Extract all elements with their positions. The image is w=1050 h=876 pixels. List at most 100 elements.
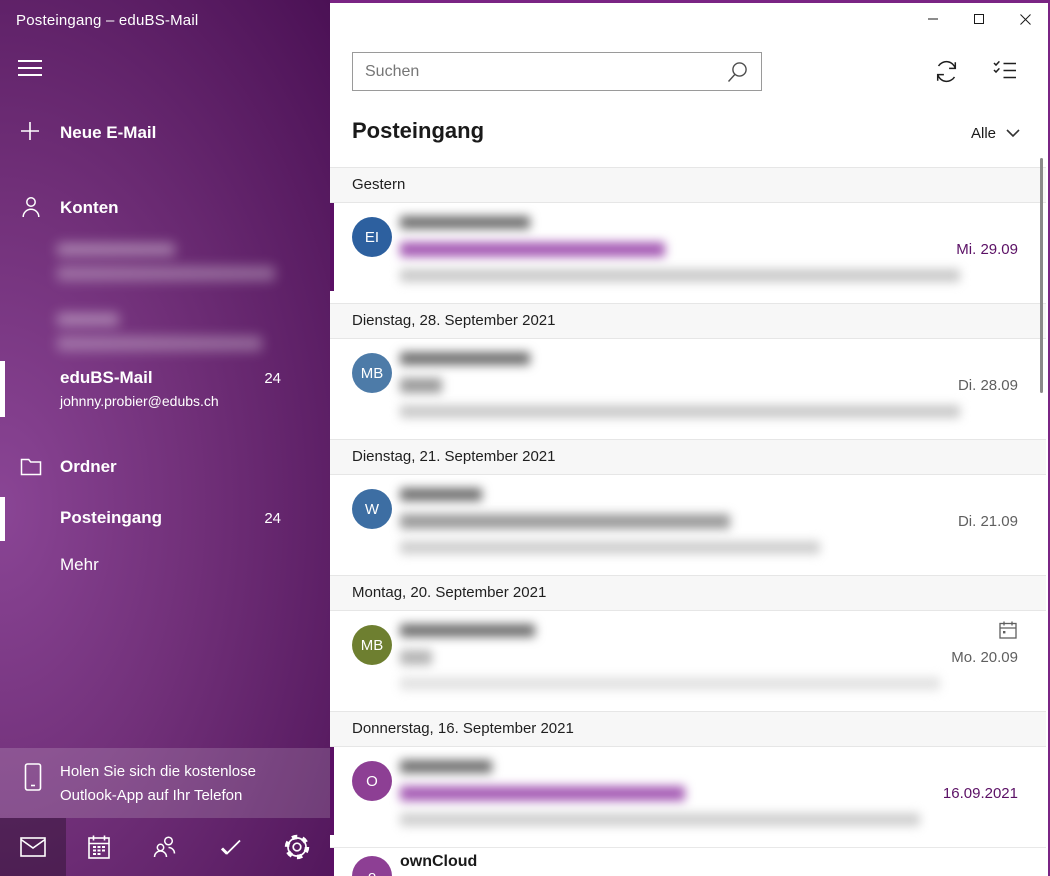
email-row[interactable]: MB Mo. 20.09 <box>330 611 1046 711</box>
maximize-button[interactable] <box>956 3 1002 35</box>
email-date: Di. 28.09 <box>958 377 1018 394</box>
selection-mode-button[interactable] <box>992 58 1018 82</box>
redacted-sender <box>400 216 530 229</box>
redacted-preview <box>400 405 960 418</box>
redacted-preview <box>400 677 940 690</box>
group-header: Dienstag, 28. September 2021 <box>330 303 1046 339</box>
group-header: Montag, 20. September 2021 <box>330 575 1046 611</box>
calendar-icon <box>87 834 111 860</box>
redacted-subject <box>400 786 685 801</box>
person-icon <box>20 195 42 219</box>
inbox-unread-count: 24 <box>264 510 281 527</box>
account-unread-count: 24 <box>264 370 281 387</box>
close-button[interactable] <box>1002 3 1048 35</box>
folders-label: Ordner <box>60 457 117 477</box>
email-date: Mo. 20.09 <box>951 649 1018 666</box>
gear-icon <box>283 833 311 861</box>
redacted-preview <box>400 541 820 554</box>
unread-indicator <box>330 203 334 291</box>
sync-button[interactable] <box>933 58 960 85</box>
scrollbar-thumb[interactable] <box>1040 158 1043 393</box>
search-icon[interactable] <box>725 60 749 84</box>
mail-icon <box>20 837 46 857</box>
nav-settings-button[interactable] <box>264 818 330 876</box>
email-date: Di. 21.09 <box>958 513 1018 530</box>
avatar: EI <box>352 217 392 257</box>
redacted-sender <box>400 760 492 773</box>
chevron-down-icon <box>1006 129 1020 138</box>
unread-indicator <box>330 848 334 876</box>
redacted-preview <box>400 269 960 282</box>
group-header: Dienstag, 21. September 2021 <box>330 439 1046 475</box>
redacted-account-email <box>57 266 275 281</box>
more-label: Mehr <box>60 555 99 575</box>
avatar: W <box>352 489 392 529</box>
avatar: MB <box>352 353 392 393</box>
sidebar: Posteingang – eduBS-Mail Neue E-Mail Kon… <box>0 0 330 876</box>
redacted-preview <box>400 813 920 826</box>
avatar: MB <box>352 625 392 665</box>
redacted-subject <box>400 242 665 257</box>
hamburger-menu-icon[interactable] <box>18 60 42 80</box>
redacted-account-name[interactable] <box>57 243 175 256</box>
mail-app-window: Posteingang – eduBS-Mail Neue E-Mail Kon… <box>0 0 1050 876</box>
redacted-account-email <box>57 336 262 351</box>
redacted-subject <box>400 514 730 529</box>
promo-text: Holen Sie sich die kostenlose Outlook-Ap… <box>60 760 256 808</box>
select-list-icon <box>992 58 1018 82</box>
window-controls <box>910 3 1048 35</box>
email-row[interactable]: o ownCloud <box>330 847 1046 876</box>
redacted-sender <box>400 352 530 365</box>
folders-header[interactable]: Ordner <box>0 452 330 482</box>
nav-people-button[interactable] <box>132 818 198 876</box>
people-icon <box>152 834 178 860</box>
search-input[interactable]: Suchen <box>352 52 762 91</box>
redacted-account-name[interactable] <box>57 313 119 326</box>
avatar: O <box>352 761 392 801</box>
nav-mail-button[interactable] <box>0 818 66 876</box>
checkmark-icon <box>218 836 244 858</box>
filter-label: Alle <box>971 125 996 142</box>
email-date: Mi. 29.09 <box>956 241 1018 258</box>
filter-dropdown[interactable]: Alle <box>971 125 1020 142</box>
redacted-subject <box>400 650 432 665</box>
inbox-label: Posteingang <box>60 508 162 528</box>
email-row[interactable]: O 16.09.2021 <box>330 747 1046 847</box>
sidebar-item-account-edubs[interactable]: eduBS-Mail 24 <box>0 366 330 390</box>
nav-calendar-button[interactable] <box>66 818 132 876</box>
meeting-calendar-icon <box>998 620 1018 640</box>
outlook-promo-banner[interactable]: Holen Sie sich die kostenlose Outlook-Ap… <box>0 748 330 818</box>
unread-indicator <box>330 747 334 835</box>
sidebar-item-inbox[interactable]: Posteingang 24 <box>0 505 330 531</box>
redacted-sender <box>400 624 535 637</box>
folder-icon <box>20 456 42 476</box>
sidebar-item-more[interactable]: Mehr <box>0 552 330 578</box>
account-email: johnny.probier@edubs.ch <box>60 393 219 409</box>
accounts-header[interactable]: Konten <box>0 193 330 223</box>
main-pane: Suchen Posteingang Alle <box>330 0 1050 876</box>
search-placeholder: Suchen <box>365 63 725 81</box>
minimize-button[interactable] <box>910 3 956 35</box>
phone-icon <box>22 762 44 794</box>
new-mail-button[interactable]: Neue E-Mail <box>0 118 330 148</box>
nav-todo-button[interactable] <box>198 818 264 876</box>
page-title: Posteingang <box>352 118 484 144</box>
email-list: Gestern EI Mi. 29.09 Dienstag, 28. Septe… <box>330 167 1046 876</box>
window-title: Posteingang – eduBS-Mail <box>16 12 198 29</box>
email-row[interactable]: W Di. 21.09 <box>330 475 1046 575</box>
email-row[interactable]: EI Mi. 29.09 <box>330 203 1046 303</box>
email-date: 16.09.2021 <box>943 785 1018 802</box>
sync-icon <box>933 58 960 85</box>
email-sender: ownCloud <box>400 853 477 871</box>
redacted-sender <box>400 488 482 501</box>
email-row[interactable]: MB Di. 28.09 <box>330 339 1046 439</box>
group-header: Gestern <box>330 167 1046 203</box>
avatar: o <box>352 856 392 876</box>
accounts-label: Konten <box>60 198 119 218</box>
redacted-subject <box>400 378 442 393</box>
account-name: eduBS-Mail <box>60 368 153 388</box>
new-mail-label: Neue E-Mail <box>60 123 156 143</box>
plus-icon <box>20 121 40 141</box>
group-header: Donnerstag, 16. September 2021 <box>330 711 1046 747</box>
bottom-navbar <box>0 818 330 876</box>
